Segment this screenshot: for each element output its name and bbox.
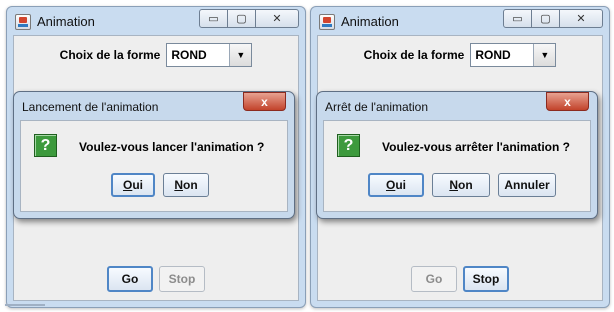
dialog-message: Voulez-vous lancer l'animation ? — [79, 140, 265, 154]
chevron-down-icon[interactable]: ▼ — [229, 44, 252, 66]
no-button[interactable]: Non — [163, 173, 209, 197]
shape-combobox[interactable]: ROND ▼ — [166, 43, 253, 67]
title-bar[interactable]: Animation ▭ ▢ ✕ — [311, 7, 609, 35]
cancel-button[interactable]: Annuler — [498, 173, 556, 197]
no-mnemonic: N — [174, 178, 183, 192]
yes-label-rest: ui — [395, 178, 406, 192]
java-app-icon — [15, 14, 31, 30]
dialog-title: Arrêt de l'animation — [325, 100, 429, 114]
no-button[interactable]: Non — [432, 173, 490, 197]
caption-buttons: ▭ ▢ ✕ — [503, 9, 603, 28]
no-mnemonic: N — [449, 178, 458, 192]
dialog-buttons: Oui Non — [111, 173, 209, 197]
yes-mnemonic: O — [122, 178, 133, 192]
shape-label: Choix de la forme — [363, 48, 465, 62]
chevron-down-icon[interactable]: ▼ — [533, 44, 556, 66]
minimize-button[interactable]: ▭ — [503, 9, 532, 28]
action-buttons: Go Stop — [14, 266, 298, 294]
shape-selector-row: Choix de la forme ROND ▼ — [14, 42, 298, 68]
dialog-close-button[interactable]: x — [243, 92, 286, 111]
close-button[interactable]: ✕ — [255, 9, 299, 28]
shape-combobox-value: ROND — [475, 48, 511, 62]
shape-selector-row: Choix de la forme ROND ▼ — [318, 42, 602, 68]
window-title: Animation — [37, 14, 95, 29]
java-app-icon — [319, 14, 335, 30]
yes-button[interactable]: Oui — [111, 173, 155, 197]
maximize-button[interactable]: ▢ — [227, 9, 256, 28]
action-buttons: Go Stop — [318, 266, 602, 294]
title-bar[interactable]: Animation ▭ ▢ ✕ — [7, 7, 305, 35]
yes-mnemonic: O — [385, 178, 396, 192]
shape-combobox-value: ROND — [171, 48, 207, 62]
maximize-button[interactable]: ▢ — [531, 9, 560, 28]
resize-edge[interactable] — [5, 304, 45, 306]
stop-button[interactable]: Stop — [159, 266, 205, 292]
no-label-rest: on — [183, 178, 198, 192]
dialog-body: ? Voulez-vous arrêter l'animation ? Oui … — [323, 120, 591, 212]
window-title: Animation — [341, 14, 399, 29]
yes-button[interactable]: Oui — [368, 173, 424, 197]
shape-combobox[interactable]: ROND ▼ — [470, 43, 557, 67]
question-icon: ? — [337, 134, 360, 157]
dialog-body: ? Voulez-vous lancer l'animation ? Oui N… — [20, 120, 288, 212]
close-button[interactable]: ✕ — [559, 9, 603, 28]
no-label-rest: on — [458, 178, 473, 192]
dialog-title: Lancement de l'animation — [22, 100, 159, 114]
dialog-message: Voulez-vous arrêter l'animation ? — [382, 140, 571, 154]
go-button[interactable]: Go — [107, 266, 153, 292]
stop-button[interactable]: Stop — [463, 266, 509, 292]
caption-buttons: ▭ ▢ ✕ — [199, 9, 299, 28]
go-button[interactable]: Go — [411, 266, 457, 292]
shape-label: Choix de la forme — [59, 48, 161, 62]
yes-label-rest: ui — [132, 178, 143, 192]
dialog-close-button[interactable]: x — [546, 92, 589, 111]
question-icon: ? — [34, 134, 57, 157]
stop-animation-dialog: Arrêt de l'animation x ? Voulez-vous arr… — [316, 91, 598, 219]
dialog-buttons: Oui Non Annuler — [368, 173, 556, 197]
minimize-button[interactable]: ▭ — [199, 9, 228, 28]
start-animation-dialog: Lancement de l'animation x ? Voulez-vous… — [13, 91, 295, 219]
